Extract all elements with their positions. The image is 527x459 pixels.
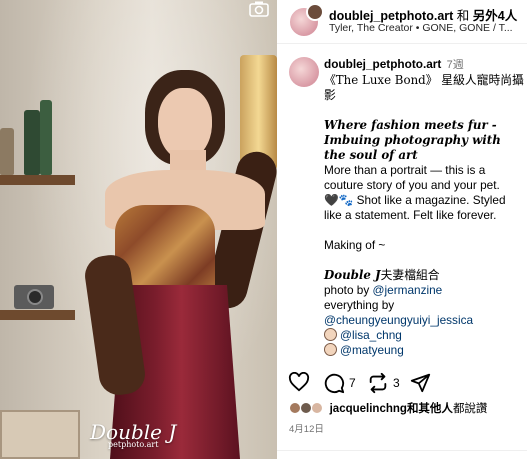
repost-count: 3 xyxy=(393,376,400,390)
mention-link[interactable]: @lisa_chng xyxy=(340,328,402,342)
liker-avatar xyxy=(311,402,324,414)
author-username[interactable]: doublej_petphoto.art xyxy=(329,9,453,23)
wooden-shelf xyxy=(0,175,75,185)
post-sidebar: doublej_petphoto.art 和 另外4人 Tyler, The C… xyxy=(277,0,527,459)
post-date[interactable]: 4月12日 xyxy=(289,421,324,435)
collaborator-avatar[interactable] xyxy=(306,3,324,21)
caption-username[interactable]: doublej_petphoto.art xyxy=(324,57,441,71)
post-header: doublej_petphoto.art 和 另外4人 Tyler, The C… xyxy=(277,0,527,44)
caption-text: 🖤🐾 Shot like a magazine. Styled like a s… xyxy=(324,193,524,223)
likes-suffix: 都說讚 xyxy=(452,403,488,415)
heart-emoji: 🖤🐾 xyxy=(324,193,354,207)
team-name: Double J xyxy=(324,268,381,282)
caption-title: 《The Luxe Bond》 星級人寵時尚攝影 xyxy=(324,73,524,102)
header-conj: 和 xyxy=(453,9,473,23)
collaborators-link[interactable]: 另外4人 xyxy=(473,9,517,23)
photo-watermark: Double J petphoto.art xyxy=(90,420,176,449)
woman-emoji-icon xyxy=(324,328,337,341)
liker-avatar xyxy=(289,402,301,414)
liker-avatar xyxy=(300,402,313,414)
camera-icon[interactable] xyxy=(248,0,270,18)
caption-tagline: Where fashion meets fur - Imbuing photog… xyxy=(324,118,501,162)
like-button[interactable] xyxy=(288,372,310,392)
comment-button[interactable]: 7 xyxy=(323,372,356,394)
mention-link[interactable]: @cheungyeungyuiyi_jessica xyxy=(324,313,524,328)
post-time[interactable]: 7週 xyxy=(447,59,464,71)
credit-label: everything by xyxy=(324,298,395,312)
action-bar: 7 3 xyxy=(277,370,527,398)
mention-link[interactable]: @jermanzine xyxy=(373,283,443,297)
comment-icon xyxy=(324,373,345,394)
likes-summary[interactable]: jacquelinchng和其他人都說讚 xyxy=(289,400,487,416)
caption-making: Making of ~ xyxy=(324,238,386,252)
man-emoji-icon xyxy=(324,343,337,356)
caption: doublej_petphoto.art 7週 《The Luxe Bond》 … xyxy=(277,50,527,366)
wooden-shelf xyxy=(0,310,75,320)
share-button[interactable] xyxy=(410,372,431,393)
mention-link[interactable]: @matyeung xyxy=(340,343,404,357)
caption-body: doublej_petphoto.art 7週 《The Luxe Bond》 … xyxy=(324,57,524,358)
bottle xyxy=(40,100,52,175)
jar xyxy=(0,128,14,175)
music-attribution[interactable]: Tyler, The Creator • GONE, GONE / T... xyxy=(329,22,524,34)
comment-input-area[interactable] xyxy=(277,450,527,459)
credit-label: photo by xyxy=(324,283,373,297)
repost-button[interactable]: 3 xyxy=(367,372,400,394)
caption-text: More than a portrait — this is a couture… xyxy=(324,163,500,192)
heart-icon xyxy=(288,372,310,392)
liker-name[interactable]: jacquelinchng xyxy=(330,403,407,415)
bottle xyxy=(24,110,40,175)
vintage-camera xyxy=(14,285,54,309)
likers-rest[interactable]: 和其他人 xyxy=(407,403,453,415)
post-photo[interactable]: Double J petphoto.art xyxy=(0,0,277,459)
comment-count: 7 xyxy=(349,376,356,390)
repost-icon xyxy=(369,372,387,394)
avatar[interactable] xyxy=(289,57,319,87)
send-icon xyxy=(410,373,431,393)
team-suffix: 夫妻檔組合 xyxy=(380,268,440,282)
leather-case xyxy=(0,410,80,459)
